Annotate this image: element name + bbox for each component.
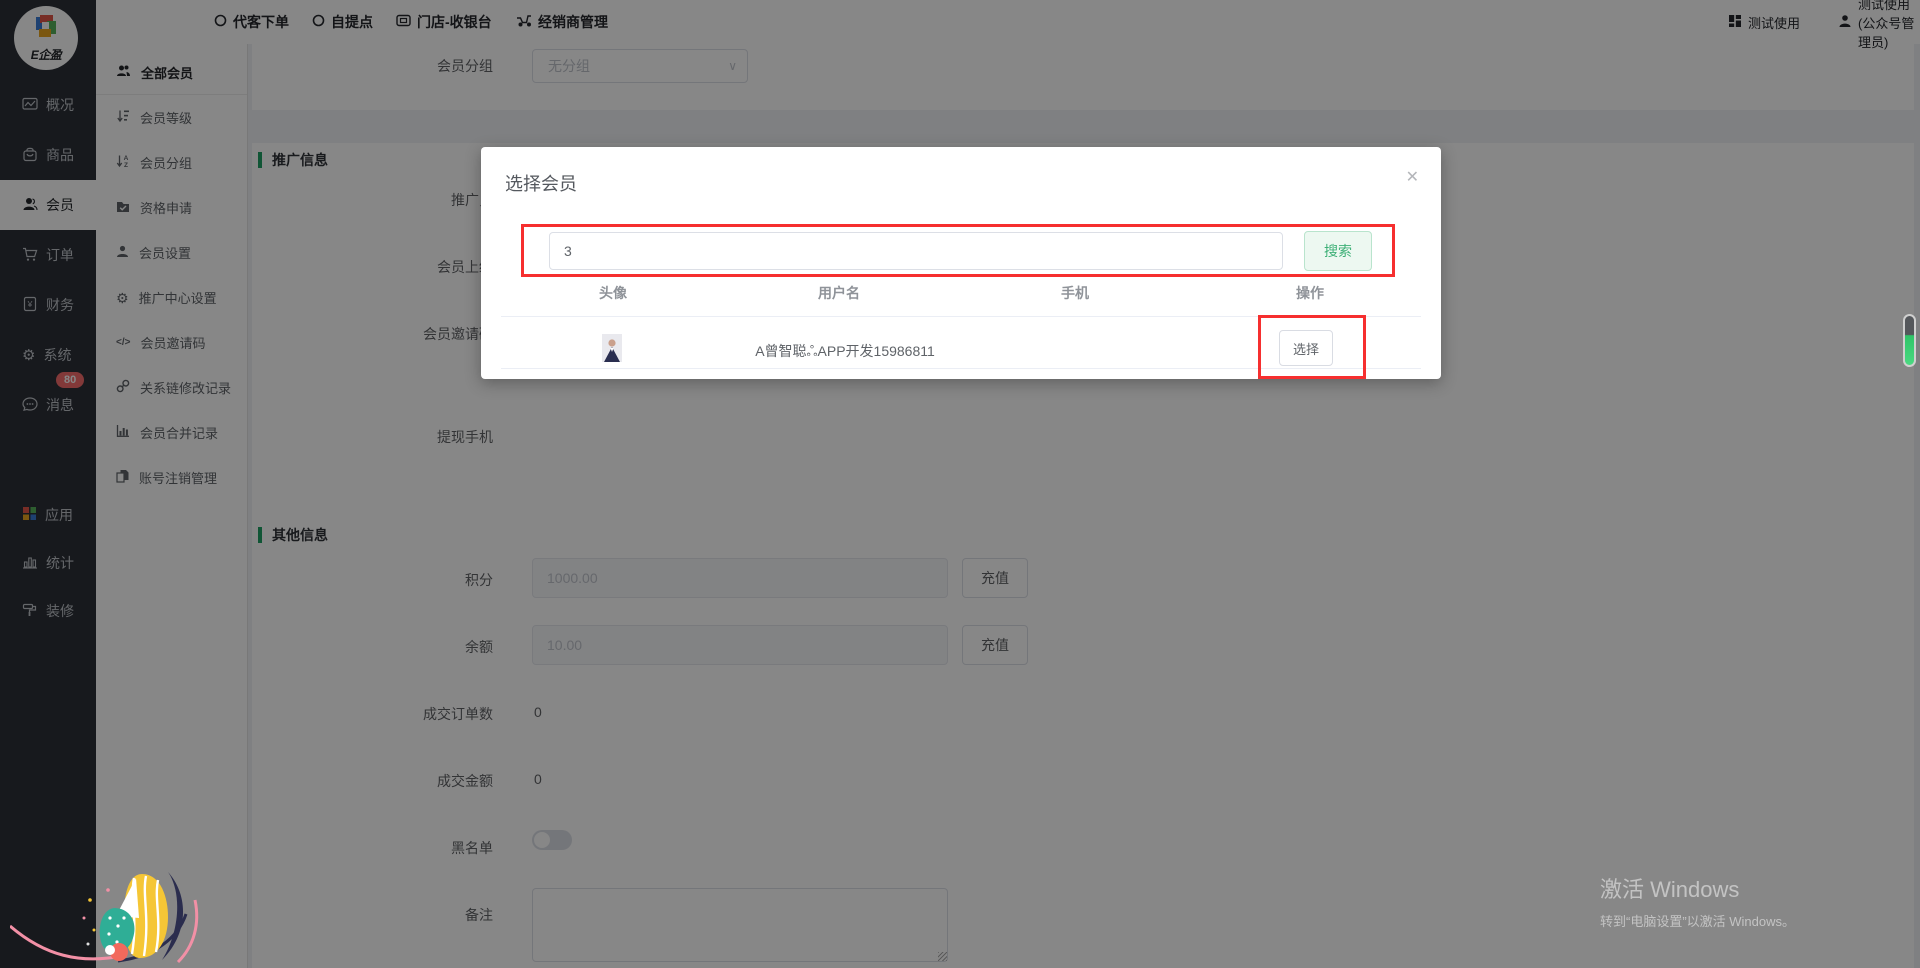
col-header-action: 操作 — [1250, 283, 1370, 303]
col-header-avatar: 头像 — [553, 283, 673, 303]
annotation-search-area — [521, 224, 1395, 277]
rocket-illustration — [10, 868, 225, 968]
app-window: E企盈 概况 商品 会员 订单 ¥ 财务 ⚙ 系统 消息 80 — [0, 0, 1920, 968]
col-header-username: 用户名 — [779, 283, 899, 303]
close-icon[interactable]: ✕ — [1406, 167, 1419, 187]
member-username: A曾智聪ஃAPP开发15986811 — [695, 341, 995, 362]
dialog-title: 选择会员 — [505, 170, 577, 196]
watermark-title: 激活 Windows — [1600, 872, 1795, 904]
windows-watermark: 激活 Windows 转到“电脑设置”以激活 Windows。 — [1600, 872, 1795, 930]
modal-overlay[interactable] — [0, 0, 1920, 968]
col-header-phone: 手机 — [1015, 283, 1135, 303]
member-avatar — [602, 334, 622, 362]
annotation-select-button — [1258, 315, 1366, 379]
watermark-subtitle: 转到“电脑设置”以激活 Windows。 — [1600, 911, 1795, 930]
scrollbar-thumb[interactable] — [1903, 314, 1916, 367]
